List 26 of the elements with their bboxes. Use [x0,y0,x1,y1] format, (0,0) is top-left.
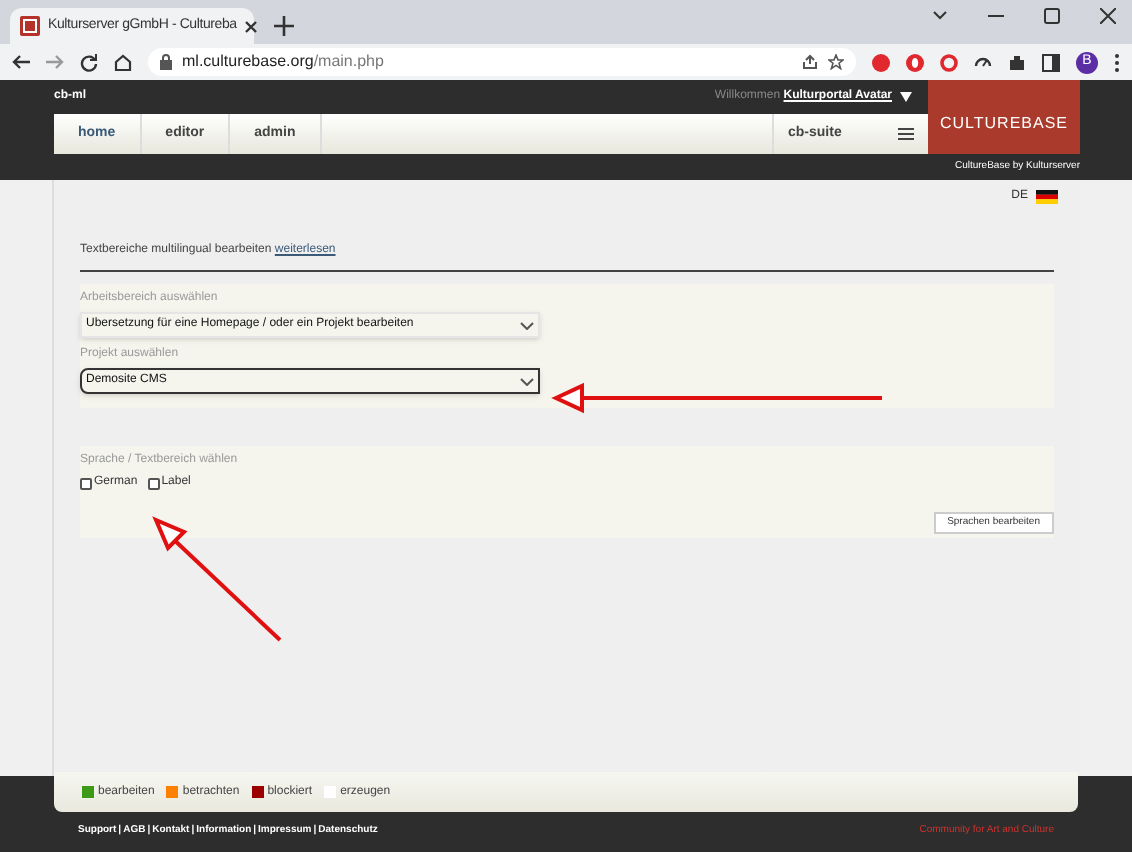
more-icon[interactable] [1114,53,1120,71]
chevron-down-icon [520,377,534,385]
chevron-down-icon [520,321,534,329]
back-icon[interactable] [12,54,30,70]
share-icon[interactable] [802,54,818,70]
arrow-drawing [152,516,282,642]
lock-icon [160,54,172,70]
site-icon [20,16,40,36]
close-icon[interactable] [1100,8,1116,24]
maximize-icon[interactable] [1044,8,1060,24]
reload-icon[interactable] [80,53,98,71]
address-bar[interactable]: ml.culturebase.org/main.php [148,48,856,76]
chevron-down-icon[interactable] [932,10,948,22]
star-icon[interactable] [828,54,844,70]
forward-icon[interactable] [46,54,64,70]
close-icon[interactable] [244,19,259,33]
logo[interactable]: CULTUREBASE [928,80,1080,154]
menu-icon[interactable] [898,128,914,140]
new-tab-icon[interactable] [274,16,294,36]
gauge-icon[interactable] [974,53,992,71]
ring-icon[interactable] [940,53,958,71]
sidebar-icon[interactable] [1042,53,1060,71]
flag-icon[interactable] [1036,189,1058,203]
dropdown-icon[interactable] [900,92,912,102]
url-text: ml.culturebase.org/main.php [182,50,386,74]
home-icon[interactable] [114,53,132,71]
